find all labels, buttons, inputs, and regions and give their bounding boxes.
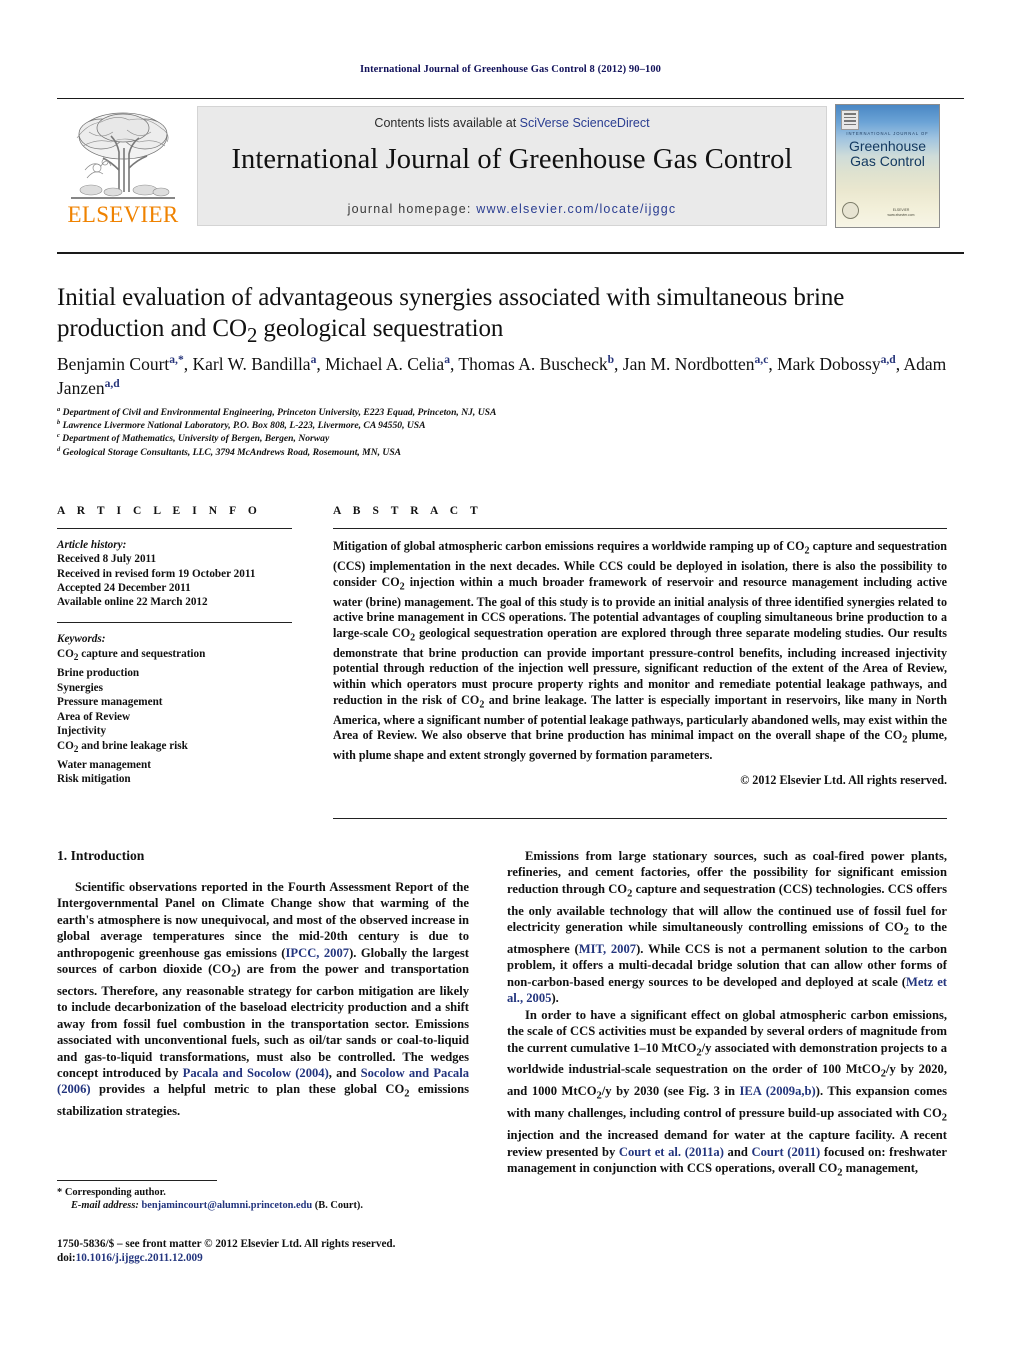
email-suffix: (B. Court). (314, 1200, 363, 1212)
cover-journal-name: Greenhouse Gas Control (836, 139, 939, 169)
elsevier-wordmark: ELSEVIER (67, 202, 179, 227)
email-link[interactable]: benjamincourt@alumni.princeton.edu (141, 1200, 312, 1211)
abstract-column: A B S T R A C T Mitigation of global atm… (333, 505, 947, 788)
affiliation-text: Department of Mathematics, University of… (62, 433, 330, 445)
journal-title: International Journal of Greenhouse Gas … (231, 144, 793, 175)
affiliation-text: Department of Civil and Environmental En… (62, 407, 497, 418)
footnote-corresponding-text: Corresponding author. (64, 1187, 166, 1198)
article-history-label: Article history: (57, 539, 127, 551)
cover-publisher: ELSEVIER www.elsevier.com (870, 208, 932, 218)
affiliation-mark: a (57, 405, 61, 413)
doi-link[interactable]: 10.1016/j.ijggc.2011.12.009 (76, 1252, 203, 1264)
paragraph: Scientific observations reported in the … (57, 880, 470, 1119)
article-info-rule-2 (57, 622, 292, 624)
article-title-line2-post: geological sequestration (257, 315, 504, 342)
homepage-prefix: journal homepage: (347, 202, 477, 216)
affiliation-text: Geological Storage Consultants, LLC, 379… (62, 446, 402, 458)
affiliation-item: c Department of Mathematics, University … (57, 432, 947, 445)
cover-seal-icon (842, 202, 859, 219)
history-item: Received in revised form 19 October 2011 (57, 567, 256, 580)
cover-publisher-url: www.elsevier.com (887, 213, 915, 217)
cover-name-line2: Gas Control (850, 153, 925, 169)
affiliation-mark: d (57, 445, 61, 453)
affiliation-mark: b (57, 419, 61, 427)
cover-kicker: INTERNATIONAL JOURNAL OF (846, 131, 929, 136)
issn-copyright-block: 1750-5836/$ – see front matter © 2012 El… (57, 1237, 517, 1266)
abstract-bottom-rule (333, 818, 947, 819)
footnote-line-corresponding: * Corresponding author. (57, 1186, 469, 1199)
keyword-item: Brine production (57, 666, 140, 679)
history-item: Accepted 24 December 2011 (57, 581, 191, 594)
copyright-line: © 2012 Elsevier Ltd. All rights reserved… (740, 772, 947, 787)
footnote-line-email: E-mail address: benjamincourt@alumni.pri… (57, 1199, 469, 1212)
elsevier-logo: ELSEVIER (59, 106, 187, 228)
article-title-line1: Initial evaluation of advantageous syner… (57, 284, 845, 311)
affiliation-text: Lawrence Livermore National Laboratory, … (62, 420, 426, 432)
journal-homepage-link[interactable]: www.elsevier.com/locate/ijggc (476, 202, 676, 216)
page-title: Initial evaluation of advantageous syner… (57, 282, 947, 351)
elsevier-tree-icon (67, 108, 179, 202)
affiliation-item: b Lawrence Livermore National Laboratory… (57, 419, 947, 432)
contents-prefix: Contents lists available at (374, 116, 520, 130)
abstract-heading: A B S T R A C T (333, 505, 483, 517)
journal-masthead: ELSEVIER Contents lists available at Sci… (57, 98, 964, 228)
keyword-item: Pressure management (57, 696, 163, 709)
journal-homepage-line: journal homepage: www.elsevier.com/locat… (198, 202, 826, 216)
body-column-right: Emissions from large stationary sources,… (507, 848, 947, 1182)
contents-available-line: Contents lists available at SciVerse Sci… (198, 116, 826, 130)
corresponding-author-footnote: * Corresponding author. E-mail address: … (57, 1186, 469, 1213)
abstract-text: Mitigation of global atmospheric carbon … (333, 539, 948, 763)
section-title-introduction: 1. Introduction (57, 848, 145, 863)
article-info-rule-1 (57, 528, 292, 529)
keyword-item: CO2 capture and sequestration (57, 648, 206, 664)
footnote-rule (57, 1180, 217, 1181)
paragraph: In order to have a significant effect on… (507, 1007, 948, 1179)
footnote-star: * (57, 1187, 63, 1198)
email-label: E-mail address: (71, 1200, 139, 1212)
masthead-top-rule (57, 98, 964, 99)
doi-line: doi:10.1016/j.ijggc.2011.12.009 (57, 1251, 517, 1265)
body-column-left: 1. Introduction Scientific observations … (57, 848, 469, 1120)
keyword-list: Keywords: CO2 capture and sequestration … (57, 632, 292, 786)
contents-band: Contents lists available at SciVerse Sci… (197, 106, 827, 226)
affiliation-item: d Geological Storage Consultants, LLC, 3… (57, 446, 947, 459)
affiliation-item: a Department of Civil and Environmental … (57, 406, 947, 419)
article-title-subscript: 2 (246, 323, 258, 347)
keyword-item: Water management (57, 758, 151, 771)
running-head: International Journal of Greenhouse Gas … (359, 64, 662, 75)
issn-line: 1750-5836/$ – see front matter © 2012 El… (57, 1238, 396, 1250)
affiliation-list: a Department of Civil and Environmental … (57, 406, 947, 459)
title-separator-rule (57, 252, 964, 254)
history-item: Available online 22 March 2012 (57, 596, 208, 609)
journal-article-page: International Journal of Greenhouse Gas … (0, 0, 1021, 1351)
cover-name-line1: Greenhouse (848, 138, 927, 154)
article-history: Article history: Received 8 July 2011 Re… (57, 538, 292, 609)
cover-badge-icon (841, 110, 859, 130)
article-title-line2-pre: production and CO (57, 315, 247, 342)
journal-cover-thumbnail: INTERNATIONAL JOURNAL OF Greenhouse Gas … (835, 104, 940, 228)
author-list: Benjamin Courta,*, Karl W. Bandillaa, Mi… (57, 354, 947, 398)
keywords-label: Keywords: (57, 633, 106, 646)
cover-publisher-name: ELSEVIER (892, 208, 910, 212)
paragraph: Emissions from large stationary sources,… (507, 849, 948, 1006)
article-info-heading: A R T I C L E I N F O (57, 505, 262, 517)
keyword-item: Area of Review (57, 710, 131, 723)
affiliation-mark: c (57, 432, 60, 440)
doi-label: doi: (57, 1252, 76, 1265)
keyword-item: CO2 and brine leakage risk (57, 739, 188, 756)
sciencedirect-link[interactable]: SciVerse ScienceDirect (520, 116, 650, 130)
keyword-item: Synergies (57, 681, 103, 694)
abstract-rule (333, 528, 947, 529)
keyword-item: Injectivity (57, 725, 107, 738)
keyword-item: Risk mitigation (57, 773, 131, 786)
article-info-column: A R T I C L E I N F O Article history: R… (57, 505, 292, 787)
history-item: Received 8 July 2011 (57, 553, 157, 566)
